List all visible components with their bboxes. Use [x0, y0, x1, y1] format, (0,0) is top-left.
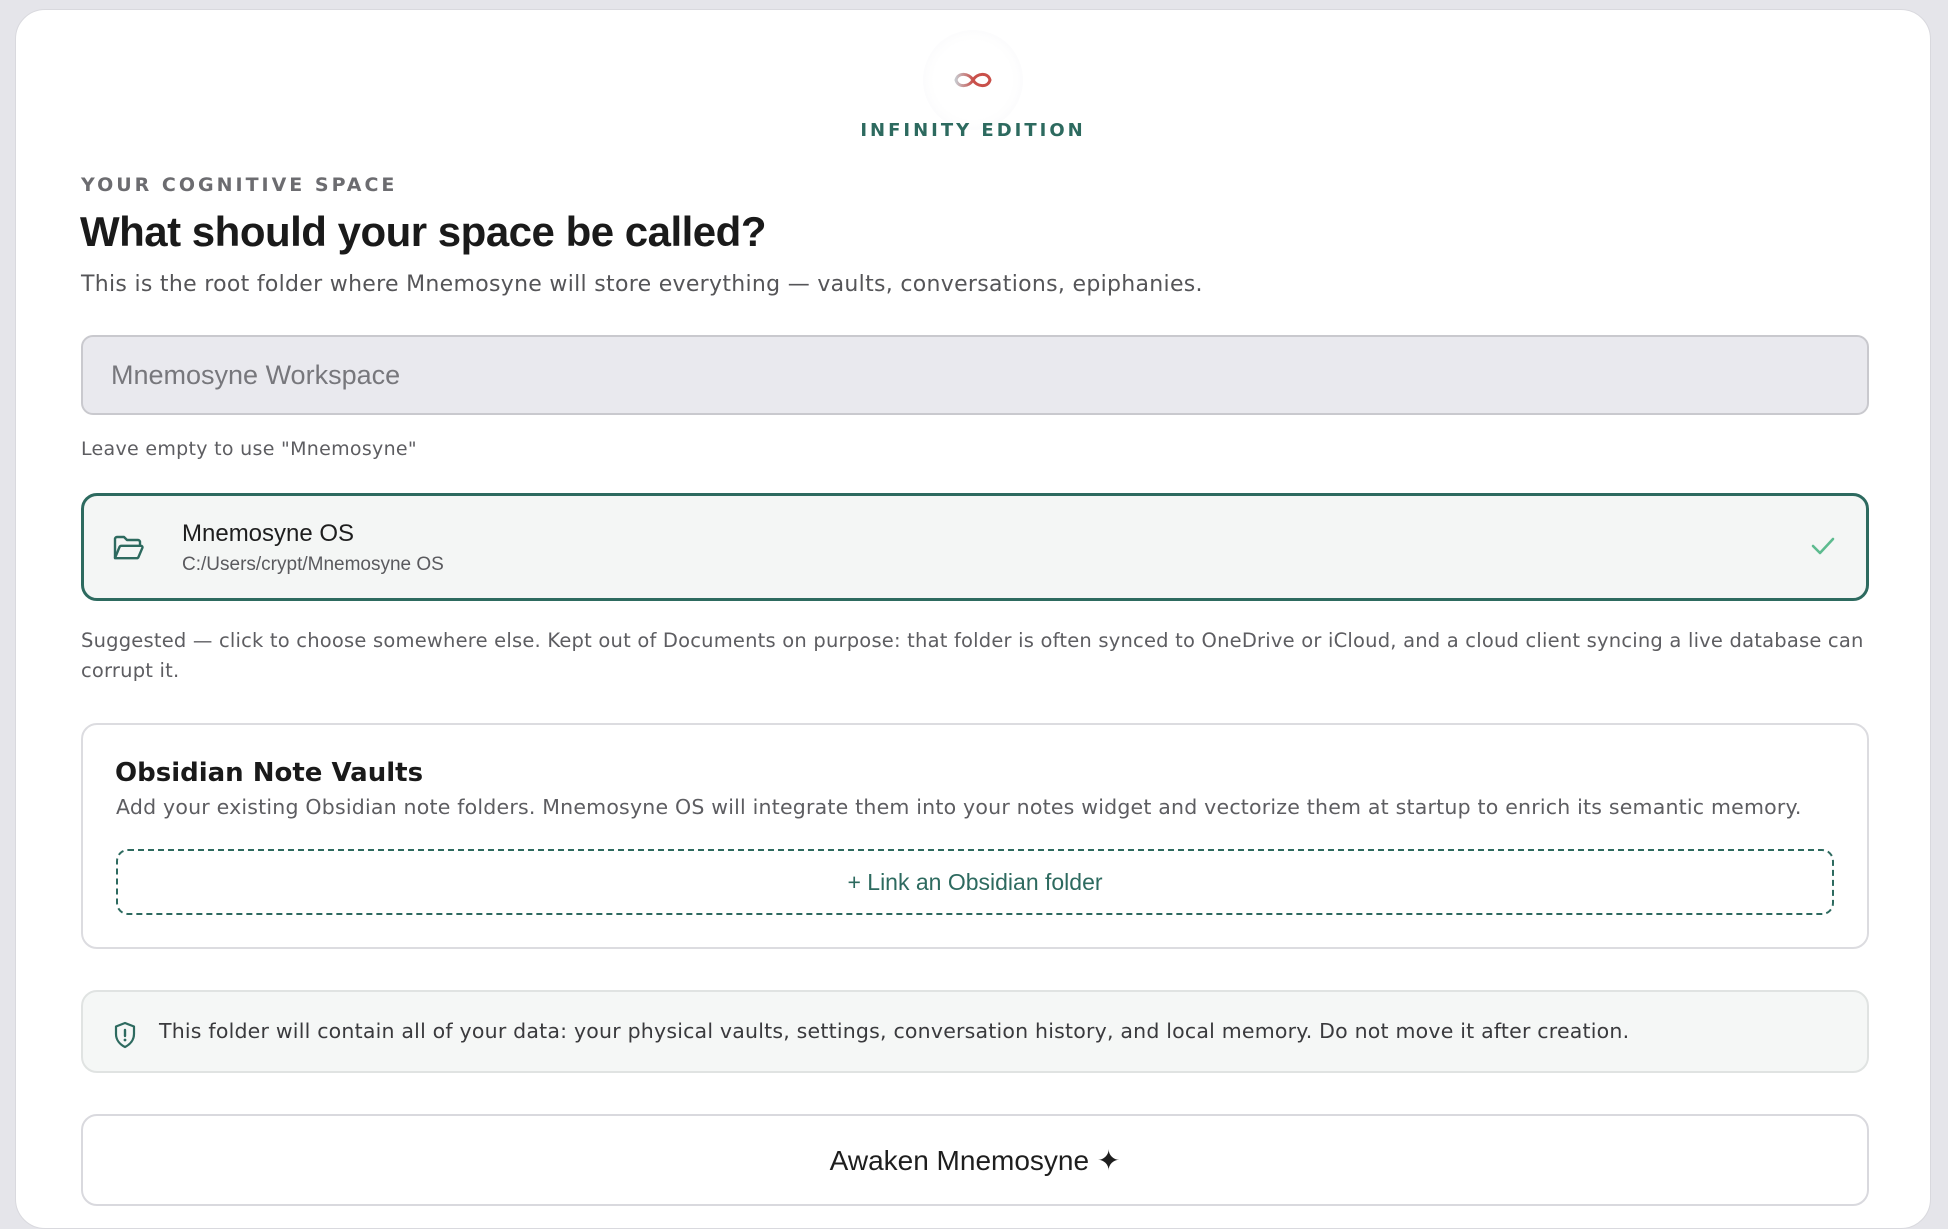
folder-path: C:/Users/crypt/Mnemosyne OS: [182, 554, 444, 575]
setup-card: INFINITY EDITION YOUR COGNITIVE SPACE Wh…: [15, 9, 1931, 1229]
folder-suggestion-note: Suggested — click to choose somewhere el…: [81, 629, 1864, 682]
obsidian-description: Add your existing Obsidian note folders.…: [116, 795, 1802, 819]
page-subtitle: This is the root folder where Mnemosyne …: [81, 272, 1203, 297]
logo-badge: [923, 30, 1023, 130]
folder-name: Mnemosyne OS: [182, 520, 355, 547]
edition-label: INFINITY EDITION: [860, 120, 1086, 141]
logo: [16, 30, 1930, 130]
shield-icon: [113, 1021, 137, 1053]
obsidian-vaults-panel: Obsidian Note Vaults Add your existing O…: [81, 723, 1869, 949]
infinity-icon: [954, 72, 992, 88]
link-obsidian-folder-button[interactable]: + Link an Obsidian folder: [116, 849, 1834, 915]
section-eyebrow: YOUR COGNITIVE SPACE: [81, 174, 398, 196]
workspace-name-input[interactable]: [81, 335, 1869, 415]
folder-open-icon: [112, 534, 144, 566]
notice-text: This folder will contain all of your dat…: [159, 1019, 1630, 1043]
workspace-name-hint: Leave empty to use "Mnemosyne": [81, 438, 417, 460]
folder-picker[interactable]: Mnemosyne OS C:/Users/crypt/Mnemosyne OS: [81, 493, 1869, 601]
awaken-button[interactable]: Awaken Mnemosyne ✦: [81, 1114, 1869, 1206]
check-icon: [1810, 536, 1836, 560]
data-location-notice: This folder will contain all of your dat…: [81, 990, 1869, 1073]
page-title: What should your space be called?: [80, 208, 766, 255]
obsidian-title: Obsidian Note Vaults: [115, 758, 424, 788]
